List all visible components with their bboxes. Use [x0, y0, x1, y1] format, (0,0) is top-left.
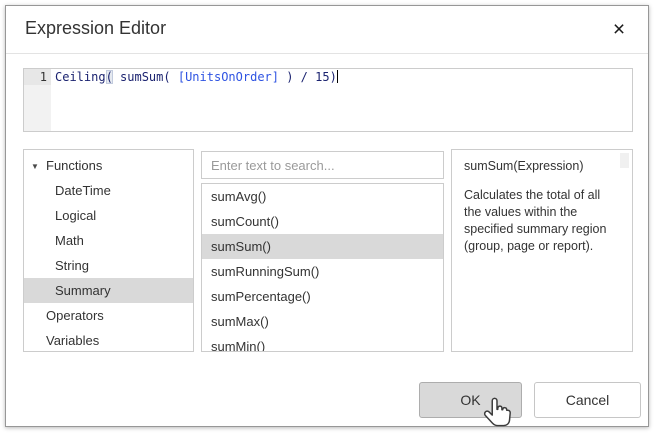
description-panel: sumSum(Expression) Calculates the total …: [451, 149, 633, 352]
list-item[interactable]: sumRunningSum(): [202, 259, 443, 284]
code-token-field: [UnitsOnOrder]: [178, 70, 279, 84]
code-line[interactable]: Ceiling( sumSum( [UnitsOnOrder] ) / 15): [51, 69, 632, 131]
tree-item-label: Variables: [46, 333, 99, 348]
tree-item-variables[interactable]: Variables: [24, 328, 193, 352]
code-token-function: Ceiling: [55, 70, 106, 84]
line-number-gutter: 1: [24, 69, 51, 131]
list-item[interactable]: sumMin(): [202, 334, 443, 352]
function-signature: sumSum(Expression): [464, 159, 620, 173]
tree-item-label: Functions: [46, 158, 102, 173]
cancel-button[interactable]: Cancel: [534, 382, 641, 418]
tree-item-label: String: [55, 258, 89, 273]
list-item[interactable]: sumMax(): [202, 309, 443, 334]
line-number: 1: [24, 69, 51, 85]
list-item[interactable]: sumCount(): [202, 209, 443, 234]
function-list-panel: sumAvg() sumCount() sumSum() sumRunningS…: [201, 183, 444, 352]
tree-item-summary[interactable]: Summary: [24, 278, 193, 303]
ok-button[interactable]: OK: [419, 382, 522, 418]
close-icon[interactable]: ×: [606, 16, 632, 44]
tree-item-functions[interactable]: ▼ Functions: [24, 153, 193, 178]
tree-item-math[interactable]: Math: [24, 228, 193, 253]
search-input[interactable]: [201, 151, 444, 179]
code-token-matched-paren: (: [106, 70, 113, 84]
dialog-title: Expression Editor: [25, 18, 166, 39]
tree-item-label: DateTime: [55, 183, 111, 198]
list-item[interactable]: sumPercentage(): [202, 284, 443, 309]
dialog-header: Expression Editor ×: [6, 6, 648, 54]
tree-item-datetime[interactable]: DateTime: [24, 178, 193, 203]
tree-item-label: Summary: [55, 283, 111, 298]
tree-item-string[interactable]: String: [24, 253, 193, 278]
list-item-selected[interactable]: sumSum(): [202, 234, 443, 259]
category-tree-panel: ▼Functions DateTime Logical Math String …: [23, 149, 194, 352]
function-description: Calculates the total of all the values w…: [464, 187, 620, 255]
tree-item-label: Math: [55, 233, 84, 248]
code-token-tail: ) / 15): [279, 70, 337, 84]
tree-item-logical[interactable]: Logical: [24, 203, 193, 228]
scrollbar-thumb[interactable]: [620, 153, 629, 168]
expression-code-editor[interactable]: 1 Ceiling( sumSum( [UnitsOnOrder] ) / 15…: [23, 68, 633, 132]
tree-item-label: Operators: [46, 308, 104, 323]
expression-editor-dialog: Expression Editor × 1 Ceiling( sumSum( […: [5, 5, 649, 427]
tree-item-label: Logical: [55, 208, 96, 223]
list-item[interactable]: sumAvg(): [202, 184, 443, 209]
code-token-mid: sumSum(: [113, 70, 178, 84]
tree-item-operators[interactable]: Operators: [24, 303, 193, 328]
text-caret: [337, 70, 338, 83]
chevron-down-icon[interactable]: ▼: [31, 154, 42, 179]
